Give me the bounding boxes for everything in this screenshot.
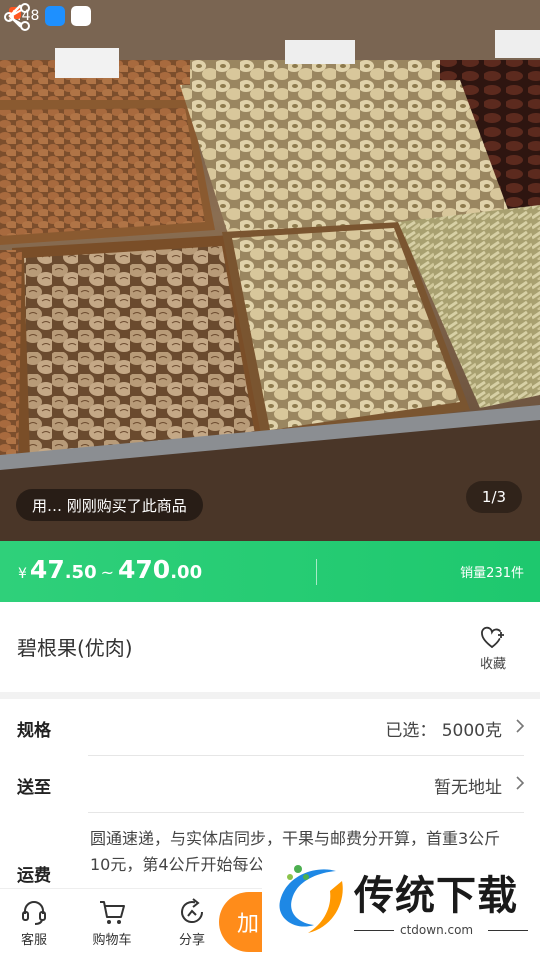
price-min-decimal: .50 [64,562,97,583]
chevron-right-icon [516,719,525,733]
currency-symbol: ¥ [18,566,27,582]
download-app-icon [10,6,66,26]
spec-value: 已选： 5000克 [385,721,502,741]
customer-service-button[interactable]: 客服 [8,897,60,948]
watermark-rule-right [488,930,528,931]
shopping-cart-icon [100,901,125,924]
price-max-decimal: .00 [170,562,203,583]
delivery-value: 暂无地址 [434,778,502,798]
add-to-cart-label: 加 [237,912,260,937]
favorite-label: 收藏 [479,657,506,672]
watermark-rule-left [354,930,394,931]
price-min-integer: 47 [29,555,65,584]
watermark-logo-icon [279,865,343,933]
media-app-icon [9,6,92,26]
share-label: 分享 [178,933,205,948]
product-photo [0,0,540,541]
share-button[interactable]: 分享 [166,897,218,948]
spec-row[interactable]: 规格 已选： 5000克 [0,699,540,755]
watermark-title: 传统下载 [354,873,518,919]
spec-label: 规格 [17,721,51,741]
cart-label: 购物车 [92,933,132,948]
divider [88,812,524,813]
sales-count: 销量231件 [460,566,524,581]
delivery-label: 送至 [17,778,51,798]
share-nodes-icon[interactable] [0,0,34,34]
cart-button[interactable]: 购物车 [86,897,138,948]
favorite-button[interactable]: 收藏 [468,626,518,672]
product-image-carousel[interactable]: 3:48 用… 刚刚购买了此商品 1/3 [0,0,540,541]
customer-service-label: 客服 [20,933,47,948]
watermark: 传统下载 ctdown.com [262,853,540,960]
delivery-row[interactable]: 送至 暂无地址 [0,756,540,812]
heart-plus-icon [481,626,504,648]
price-max-integer: 470 [118,555,171,584]
price-range: ¥ 47 .50 ~ 470 .00 [18,555,202,584]
image-pager: 1/3 [466,481,522,513]
price-separator: ~ [100,563,115,582]
share-refresh-icon [181,898,204,924]
product-title: 碧根果(优肉) [17,636,133,660]
product-title-card: 碧根果(优肉) 收藏 [0,602,540,692]
shipping-label: 运费 [17,866,51,886]
price-divider [316,559,317,585]
recent-purchase-toast: 用… 刚刚购买了此商品 [16,489,203,521]
chevron-right-icon [516,776,525,790]
price-bar: ¥ 47 .50 ~ 470 .00 销量231件 [0,541,540,602]
headset-icon [22,901,46,925]
watermark-url: ctdown.com [400,923,474,937]
